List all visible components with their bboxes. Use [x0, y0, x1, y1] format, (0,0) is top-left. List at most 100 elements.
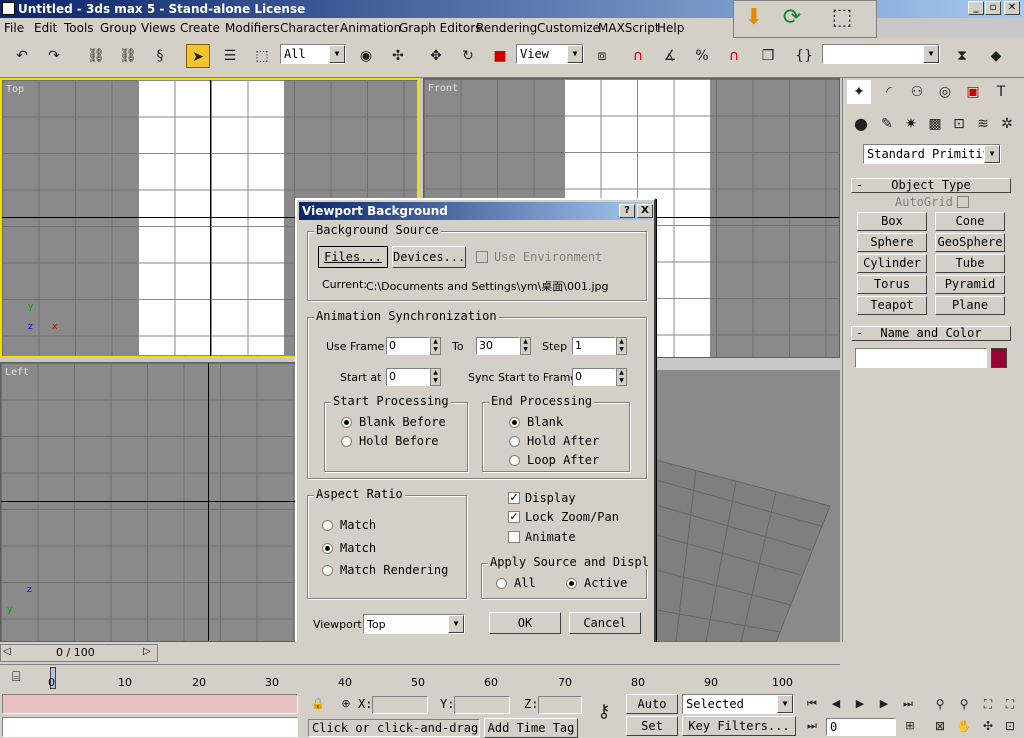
- match-bitmap-radio[interactable]: [322, 543, 333, 554]
- named-selection-icon[interactable]: ❒: [756, 44, 780, 68]
- spinner-snap-icon[interactable]: ∩: [722, 44, 746, 68]
- go-to-end-icon[interactable]: ⏭: [898, 692, 918, 716]
- hold-after-radio[interactable]: [509, 436, 520, 447]
- set-key-button[interactable]: Set Key: [626, 716, 678, 736]
- viewport-left-label[interactable]: Left: [5, 367, 29, 378]
- display-tab-icon[interactable]: ▣: [961, 80, 985, 104]
- pan-icon[interactable]: ✋: [954, 714, 974, 738]
- torus-button[interactable]: Torus: [857, 275, 927, 294]
- selection-filter-dropdown[interactable]: All ▼: [280, 44, 346, 64]
- menu-rendering[interactable]: Rendering: [476, 21, 537, 35]
- plane-button[interactable]: Plane: [935, 296, 1005, 315]
- box-button[interactable]: Box: [857, 212, 927, 231]
- step-spinner[interactable]: 1 ▲ ▼: [572, 337, 627, 355]
- primitive-type-dropdown[interactable]: Standard Primitiv ▼: [863, 144, 1001, 164]
- go-to-start-icon[interactable]: ⏮: [802, 692, 822, 716]
- start-at-spinner[interactable]: 0 ▲ ▼: [386, 368, 441, 386]
- menu-create[interactable]: Create: [180, 21, 220, 35]
- previous-frame-icon[interactable]: ◀: [826, 692, 846, 716]
- hierarchy-tab-icon[interactable]: ⚇: [905, 80, 929, 104]
- zoom-all-icon[interactable]: ⚲: [954, 692, 974, 716]
- cancel-button[interactable]: Cancel: [569, 612, 641, 634]
- rotate-icon[interactable]: ↻: [456, 44, 480, 68]
- devices-button[interactable]: Devices...: [392, 246, 466, 268]
- x-coordinate-field[interactable]: [372, 696, 428, 714]
- menu-character[interactable]: Character: [280, 21, 339, 35]
- sphere-button[interactable]: Sphere: [857, 233, 927, 252]
- systems-icon[interactable]: ✲: [995, 112, 1019, 136]
- track-bar-icon[interactable]: ⌸: [12, 669, 20, 685]
- pivot-icon[interactable]: ✣: [386, 44, 410, 68]
- minimize-button[interactable]: _: [968, 1, 984, 15]
- viewport-perspective[interactable]: [656, 370, 840, 642]
- move-icon[interactable]: ✥: [424, 44, 448, 68]
- cylinder-button[interactable]: Cylinder: [857, 254, 927, 273]
- unlink-icon[interactable]: ⛓: [116, 44, 140, 68]
- cone-button[interactable]: Cone: [935, 212, 1005, 231]
- slider-next-icon[interactable]: ▷: [143, 646, 151, 657]
- zoom-icon[interactable]: ⚲: [930, 692, 950, 716]
- redo-icon[interactable]: ↷: [42, 44, 66, 68]
- autogrid-checkbox[interactable]: [957, 196, 969, 208]
- key-filters-button[interactable]: Key Filters...: [682, 716, 796, 736]
- match-rendering-radio[interactable]: [322, 565, 333, 576]
- apply-all-radio[interactable]: [496, 578, 507, 589]
- menu-edit[interactable]: Edit: [34, 21, 57, 35]
- maximize-viewport-icon[interactable]: ⊡: [1000, 714, 1020, 738]
- download-icon[interactable]: ⬇: [742, 6, 766, 30]
- spacewarps-icon[interactable]: ≋: [971, 112, 995, 136]
- blank-before-radio[interactable]: [341, 417, 352, 428]
- maxscript-listener[interactable]: [2, 694, 298, 714]
- select-object-icon[interactable]: ➤: [186, 44, 210, 68]
- zoom-extents-all-icon[interactable]: ⛶: [1000, 692, 1020, 716]
- slider-prev-icon[interactable]: ◁: [3, 646, 11, 657]
- teapot-button[interactable]: Teapot: [857, 296, 927, 315]
- auto-key-button[interactable]: Auto Key: [626, 694, 678, 714]
- display-checkbox[interactable]: ✓: [508, 492, 520, 504]
- add-time-tag-button[interactable]: Add Time Tag: [484, 718, 578, 738]
- lock-icon[interactable]: 🔒: [310, 696, 326, 712]
- menu-animation[interactable]: Animation: [340, 21, 401, 35]
- menu-file[interactable]: File: [4, 21, 24, 35]
- undo-icon[interactable]: ↶: [10, 44, 34, 68]
- hold-before-radio[interactable]: [341, 436, 352, 447]
- time-slider[interactable]: ◁ 0 / 100 ▷: [0, 644, 158, 662]
- geosphere-button[interactable]: GeoSphere: [935, 233, 1005, 252]
- apply-active-radio[interactable]: [566, 578, 577, 589]
- object-name-input[interactable]: [855, 348, 987, 368]
- lights-icon[interactable]: ✷: [899, 112, 923, 136]
- menu-help[interactable]: Help: [657, 21, 684, 35]
- mirror-icon[interactable]: ⧗: [950, 44, 974, 68]
- menu-customize[interactable]: Customize: [537, 21, 600, 35]
- viewport-top-label[interactable]: Top: [6, 84, 24, 95]
- rectangular-selection-icon[interactable]: ⬚: [250, 44, 274, 68]
- utilities-tab-icon[interactable]: T: [989, 80, 1013, 104]
- object-type-rollout-header[interactable]: - Object Type: [851, 178, 1011, 193]
- named-selection-dropdown[interactable]: ▼: [822, 44, 940, 64]
- close-dialog-button[interactable]: X: [637, 204, 653, 218]
- modify-tab-icon[interactable]: ◜: [877, 80, 901, 104]
- menu-modifiers[interactable]: Modifiers: [225, 21, 280, 35]
- refresh-icon[interactable]: ⟳: [780, 6, 804, 30]
- helpers-icon[interactable]: ⊡: [947, 112, 971, 136]
- menu-tools[interactable]: Tools: [64, 21, 94, 35]
- menu-group[interactable]: Group: [100, 21, 137, 35]
- edit-named-selection-icon[interactable]: {}: [792, 44, 816, 68]
- percent-snap-icon[interactable]: %: [690, 44, 714, 68]
- motion-tab-icon[interactable]: ◎: [933, 80, 957, 104]
- viewport-dropdown[interactable]: Top ▼: [363, 614, 465, 634]
- maxscript-input[interactable]: [2, 717, 298, 737]
- pivot-center-icon[interactable]: ⧈: [590, 44, 614, 68]
- blank-after-radio[interactable]: [509, 417, 520, 428]
- reference-coordinate-dropdown[interactable]: View ▼: [516, 44, 584, 64]
- key-icon[interactable]: ⚷: [588, 700, 620, 724]
- object-color-swatch[interactable]: [991, 348, 1007, 368]
- viewport-front-label[interactable]: Front: [428, 83, 458, 94]
- match-viewport-radio[interactable]: [322, 520, 333, 531]
- angle-snap-icon[interactable]: ∡: [658, 44, 682, 68]
- z-coordinate-field[interactable]: [538, 696, 582, 714]
- files-button[interactable]: Files...: [318, 246, 388, 268]
- next-frame-icon[interactable]: ▶: [874, 692, 894, 716]
- play-icon[interactable]: ▶: [850, 692, 870, 716]
- lock-zoom-pan-checkbox[interactable]: ✓: [508, 511, 520, 523]
